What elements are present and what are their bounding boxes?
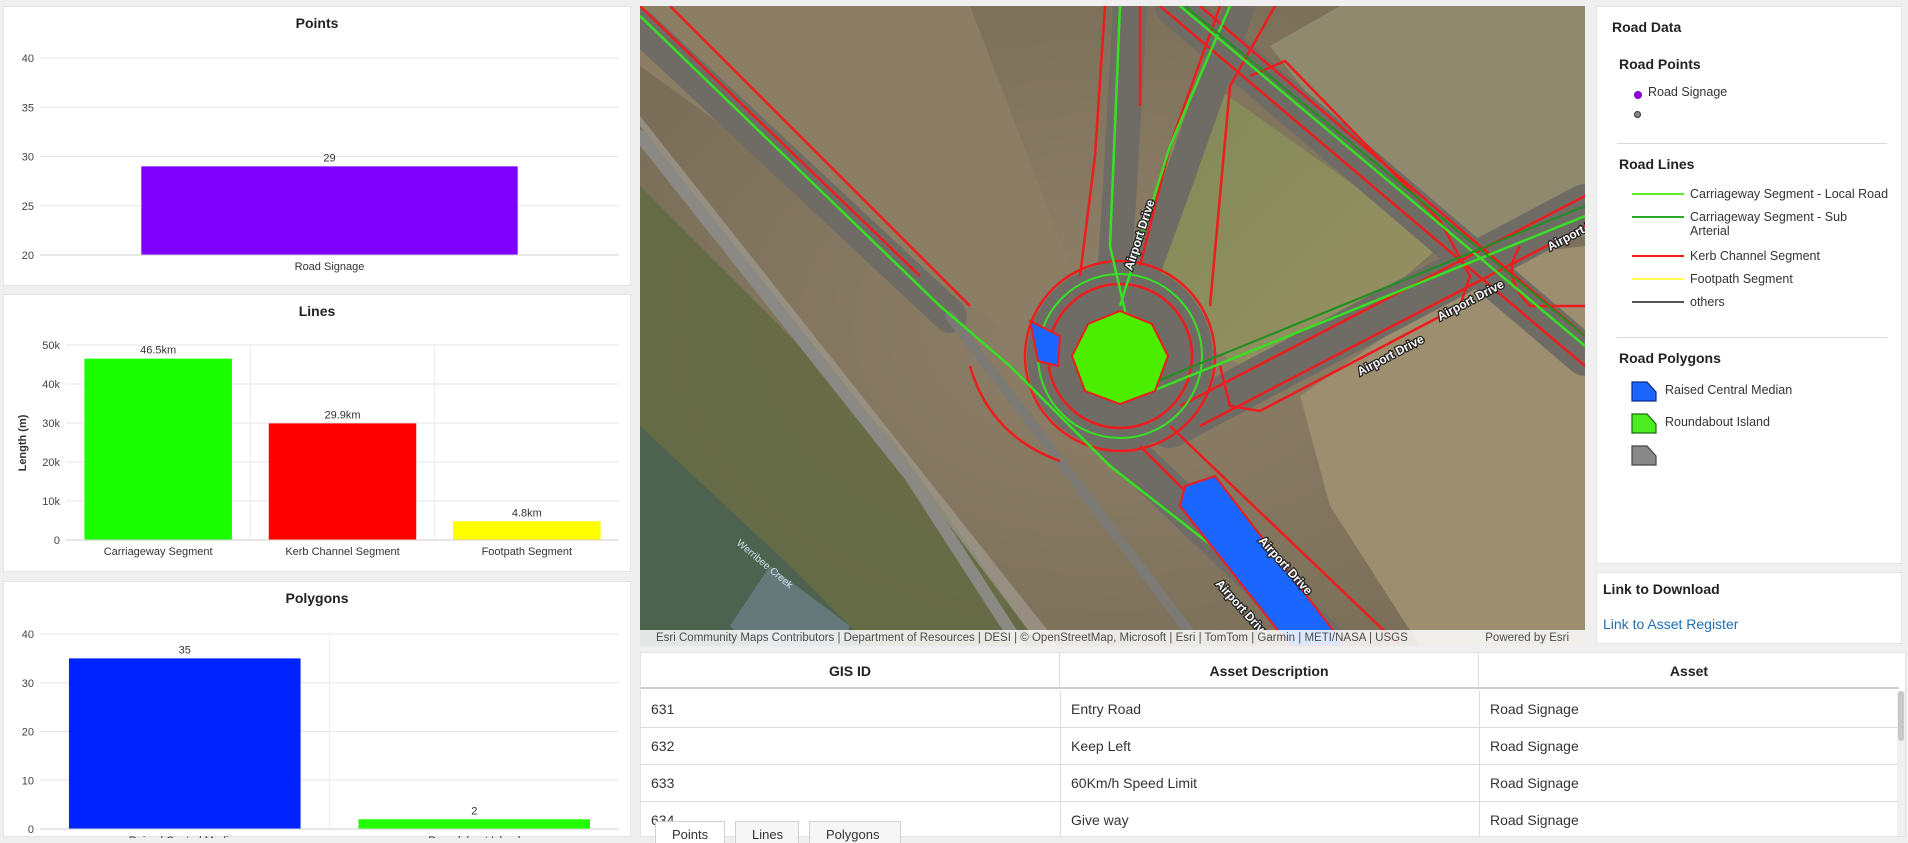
legend-line-others — [1632, 301, 1684, 303]
legend-points-heading: Road Points — [1619, 56, 1701, 72]
y-tick-label: 20 — [22, 250, 34, 262]
bar — [84, 358, 232, 540]
y-tick-label: 0 — [54, 535, 60, 547]
table-row[interactable]: 631 Entry Road Road Signage — [641, 691, 1899, 728]
table-row[interactable]: 633 60Km/h Speed Limit Road Signage — [641, 765, 1899, 802]
column-header-asset[interactable]: Asset — [1479, 653, 1899, 689]
legend-line-label: Kerb Channel Segment — [1690, 249, 1820, 263]
cell-asset: Road Signage — [1479, 765, 1579, 801]
cell-gis-id: 633 — [651, 775, 675, 791]
cell-asset-description: 60Km/h Speed Limit — [1060, 765, 1197, 801]
points-chart-panel: Points 20 25 30 35 40 29 Road Signage — [3, 6, 631, 286]
cell-asset: Road Signage — [1479, 802, 1579, 836]
legend-point-swatch-signage — [1634, 91, 1642, 99]
points-chart: 20 25 30 35 40 29 Road Signage — [22, 53, 619, 273]
y-tick-label: 25 — [22, 201, 34, 213]
asset-register-link[interactable]: Link to Asset Register — [1603, 616, 1738, 632]
polygons-chart-panel: Polygons 01020304035Raised Central Media… — [3, 581, 631, 838]
bar — [268, 423, 417, 540]
y-tick-label: 35 — [22, 102, 34, 114]
cell-asset: Road Signage — [1479, 728, 1579, 764]
y-tick-label: 30 — [22, 152, 34, 164]
data-label: 4.8km — [512, 507, 542, 519]
lines-chart-panel: Lines 0 10k 20k 30k 40k 50k 46.5km Carriageway … — [3, 294, 631, 572]
column-header-gis-id[interactable]: GIS ID — [641, 653, 1060, 689]
legend-line-label: Footpath Segment — [1690, 272, 1793, 286]
y-tick-label: 40 — [22, 629, 34, 641]
y-tick-label: 20k — [42, 457, 60, 469]
x-tick-label: Carriageway Segment — [104, 546, 213, 558]
legend-poly-other-swatch — [1631, 445, 1657, 466]
cell-asset-description: Give way — [1060, 802, 1129, 836]
y-tick-label: 20 — [22, 727, 34, 739]
attribute-table: GIS ID Asset Description Asset 631 Entry… — [640, 652, 1906, 837]
legend-line-label: Carriageway Segment - Sub Arterial — [1690, 210, 1848, 238]
data-label: 29.9km — [324, 409, 360, 421]
cell-gis-id: 631 — [651, 701, 675, 717]
data-label: 46.5km — [140, 345, 176, 357]
legend-poly-label: Raised Central Median — [1665, 383, 1793, 397]
legend-poly-island-swatch — [1631, 413, 1657, 434]
legend-title: Road Data — [1612, 19, 1682, 35]
y-tick-label: 0 — [28, 824, 34, 836]
y-tick-label: 10k — [42, 496, 60, 508]
map-canvas[interactable]: Airport Drive Airport Drive Airport Driv… — [640, 6, 1585, 646]
legend-line-label: others — [1690, 295, 1725, 309]
bar — [68, 658, 301, 829]
x-tick-label: Footpath Segment — [482, 546, 573, 558]
legend-line-footpath — [1632, 278, 1684, 280]
legend-line-subarterial — [1632, 216, 1684, 218]
y-tick-label: 40 — [22, 53, 34, 65]
download-title: Link to Download — [1603, 581, 1720, 597]
y-tick-label: 40k — [42, 379, 60, 391]
cell-asset: Road Signage — [1479, 691, 1579, 727]
map-attribution: Esri Community Maps Contributors | Depar… — [640, 630, 1585, 646]
legend-line-label: Carriageway Segment - Local Road — [1690, 187, 1889, 201]
bar — [141, 166, 518, 255]
legend-point-swatch-other — [1634, 111, 1641, 118]
legend-lines-heading: Road Lines — [1619, 156, 1695, 172]
table-row[interactable]: 632 Keep Left Road Signage — [641, 728, 1899, 765]
x-tick-label: Kerb Channel Segment — [285, 546, 399, 558]
bar — [453, 521, 601, 540]
data-label: 2 — [471, 805, 477, 817]
legend-poly-median-swatch — [1631, 381, 1657, 402]
download-panel: Link to Download Link to Asset Register — [1596, 572, 1902, 644]
tab-polygons[interactable]: Polygons — [809, 821, 901, 843]
legend-line-local — [1632, 193, 1684, 195]
y-tick-label: 50k — [42, 340, 60, 352]
tab-points[interactable]: Points — [655, 821, 725, 843]
y-tick-label: 30 — [22, 678, 34, 690]
attribution-text: Esri Community Maps Contributors | Depar… — [656, 632, 1408, 644]
legend-divider — [1617, 143, 1887, 144]
table-scrollbar[interactable] — [1897, 691, 1905, 836]
y-axis-title: Length (m) — [17, 414, 29, 471]
data-label: 35 — [179, 644, 191, 656]
scrollbar-thumb[interactable] — [1898, 691, 1904, 741]
powered-by-esri[interactable]: Powered by Esri — [1485, 630, 1569, 646]
bar — [358, 819, 591, 829]
y-tick-label: 30k — [42, 418, 60, 430]
cell-asset-description: Keep Left — [1060, 728, 1131, 764]
data-label: 29 — [323, 152, 335, 164]
lines-chart: 0 10k 20k 30k 40k 50k 46.5km Carriageway Segmen… — [17, 340, 619, 558]
legend-poly-label: Roundabout Island — [1665, 415, 1770, 429]
map-view[interactable]: Airport Drive Airport Drive Airport Driv… — [640, 6, 1585, 646]
cell-gis-id: 632 — [651, 738, 675, 754]
legend-line-kerb — [1632, 255, 1684, 257]
column-header-asset-description[interactable]: Asset Description — [1060, 653, 1479, 689]
polygons-chart: 01020304035Raised Central Median2Roundab… — [22, 629, 619, 838]
legend-point-label: Road Signage — [1648, 85, 1728, 99]
legend-divider — [1617, 337, 1887, 338]
y-tick-label: 10 — [22, 775, 34, 787]
legend-panel: Road Data Road Points Road Signage Road … — [1596, 6, 1902, 564]
cell-asset-description: Entry Road — [1060, 691, 1141, 727]
tab-lines[interactable]: Lines — [735, 821, 799, 843]
x-tick-label: Road Signage — [295, 261, 365, 273]
legend-polygons-heading: Road Polygons — [1619, 350, 1721, 366]
